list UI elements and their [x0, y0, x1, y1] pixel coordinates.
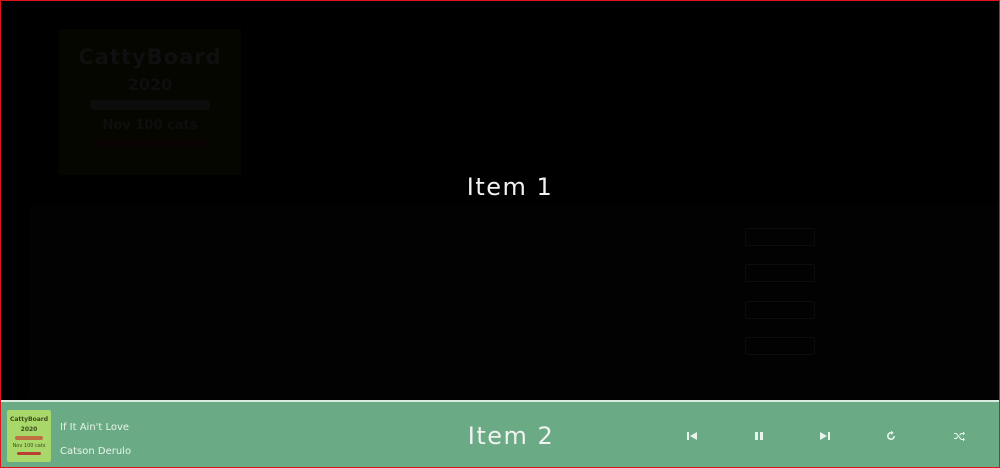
thumb-title: CattyBoard — [9, 416, 49, 423]
player-bar: CattyBoard 2020 Nov 100 cats If It Ain't… — [1, 400, 999, 467]
album-cover-year: 2020 — [127, 75, 173, 94]
table-row[interactable] — [29, 223, 999, 253]
repeat-icon[interactable] — [884, 429, 898, 443]
album-cover-banner — [90, 100, 210, 110]
main-content: CattyBoard 2020 Nov 100 cats Item 1 — [1, 1, 999, 399]
thumb-subtitle: Nov 100 cats — [12, 443, 46, 449]
item-2-label: Item 2 — [467, 422, 555, 450]
track-action-button[interactable] — [745, 337, 815, 355]
thumb-banner — [15, 436, 43, 440]
shuffle-icon[interactable] — [952, 429, 966, 443]
track-action-button[interactable] — [745, 301, 815, 319]
pause-icon[interactable] — [752, 429, 766, 443]
track-table — [29, 205, 999, 399]
table-row[interactable] — [29, 332, 999, 362]
now-playing-thumbnail[interactable]: CattyBoard 2020 Nov 100 cats — [7, 410, 51, 462]
now-playing-artist[interactable]: Catson Derulo — [60, 446, 131, 457]
now-playing-title[interactable]: If It Ain't Love — [60, 422, 129, 433]
album-cover-stripe — [95, 139, 205, 147]
previous-icon[interactable] — [685, 429, 699, 443]
item-1-label: Item 1 — [466, 173, 554, 201]
track-action-button[interactable] — [745, 264, 815, 282]
table-row[interactable] — [29, 259, 999, 289]
thumb-year: 2020 — [20, 426, 38, 433]
track-action-button[interactable] — [745, 228, 815, 246]
table-row[interactable] — [29, 296, 999, 326]
album-cover-subtitle: Nov 100 cats — [102, 118, 198, 133]
thumb-stripe — [17, 452, 41, 455]
album-cover: CattyBoard 2020 Nov 100 cats — [59, 29, 241, 175]
album-cover-title: CattyBoard — [78, 45, 222, 69]
next-icon[interactable] — [818, 429, 832, 443]
